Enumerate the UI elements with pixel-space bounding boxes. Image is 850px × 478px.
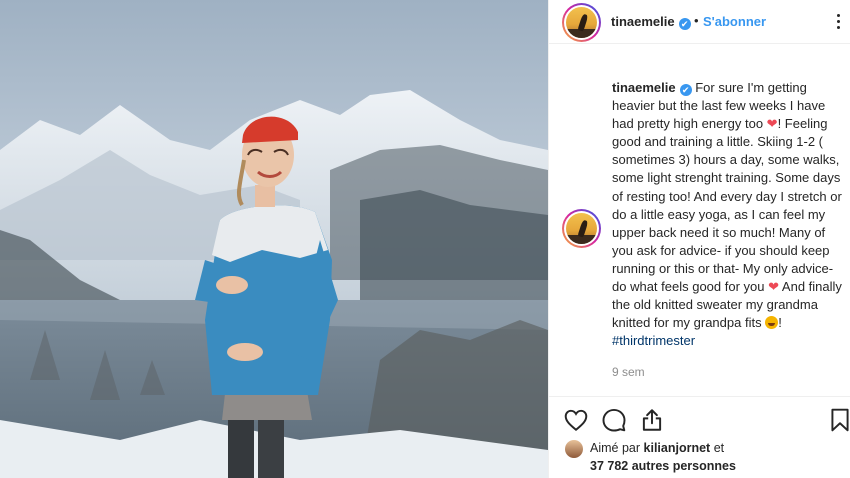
action-bar xyxy=(549,396,850,440)
caption-username[interactable]: tinaemelie xyxy=(612,80,676,95)
post-sidebar: tinaemelie ✔ • S'abonner tinaemelie ✔ For … xyxy=(548,0,850,478)
caption: tinaemelie ✔ For sure I'm getting heavier… xyxy=(612,79,842,350)
hashtag-link[interactable]: #thirdtrimester xyxy=(612,333,695,348)
separator-dot: • xyxy=(694,13,699,28)
caption-text-2: ! Feeling good and training a little. Sk… xyxy=(612,116,842,295)
avatar[interactable] xyxy=(562,3,601,42)
bookmark-icon[interactable] xyxy=(827,407,850,433)
liker-username-link[interactable]: kilianjornet xyxy=(644,441,711,455)
likes-conjunction: et xyxy=(713,441,725,455)
likes-count-link[interactable]: 37 782 autres personnes xyxy=(590,459,736,473)
verified-icon: ✔ xyxy=(678,18,691,30)
caption-text-4: ! xyxy=(778,315,782,331)
username-link[interactable]: tinaemelie ✔ xyxy=(611,14,691,30)
share-icon[interactable] xyxy=(639,407,665,433)
post-photo[interactable] xyxy=(0,0,548,478)
more-options-icon[interactable] xyxy=(833,10,845,32)
post-image xyxy=(0,0,548,478)
grinning-emoji-icon xyxy=(765,316,779,330)
caption-avatar[interactable] xyxy=(562,209,601,248)
heart-emoji: ❤ xyxy=(768,279,780,295)
heart-emoji: ❤ xyxy=(766,116,778,132)
post-header: tinaemelie ✔ • S'abonner xyxy=(549,0,850,44)
follow-button[interactable]: S'abonner xyxy=(703,14,766,29)
likes-line-1: Aimé par kilianjornet et xyxy=(590,441,724,455)
post-timestamp[interactable]: 9 sem xyxy=(612,365,645,379)
heart-icon[interactable] xyxy=(563,407,589,433)
username-text: tinaemelie xyxy=(611,14,675,29)
comment-icon[interactable] xyxy=(601,407,627,433)
verified-icon: ✔ xyxy=(679,84,692,96)
likes-prefix: Aimé par xyxy=(590,441,641,455)
liker-avatar[interactable] xyxy=(565,440,583,458)
